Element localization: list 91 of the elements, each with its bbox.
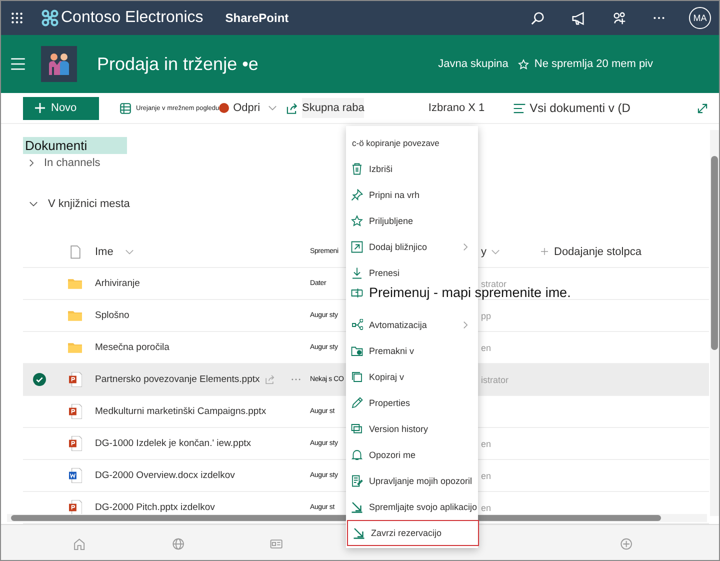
star-icon[interactable] xyxy=(518,58,530,70)
menu-item[interactable]: Version history xyxy=(346,416,478,442)
chevron-right-icon[interactable] xyxy=(29,159,34,167)
bell-icon xyxy=(351,449,363,461)
view-selector[interactable]: Vsi dokumenti v (D xyxy=(530,101,630,115)
open-button[interactable]: Odpri xyxy=(233,102,260,114)
scrollbar[interactable] xyxy=(710,130,719,516)
table-cell: en xyxy=(481,342,492,352)
new-button[interactable]: Novo xyxy=(23,96,99,120)
flow-icon xyxy=(351,319,363,331)
star-icon xyxy=(351,215,363,227)
menu-item[interactable]: Preimenuj - mapi spremenite ime. xyxy=(346,286,573,299)
search-icon[interactable] xyxy=(530,10,545,26)
column-header[interactable]: y xyxy=(481,246,486,258)
file-name[interactable]: DG-1000 Izdelek je končan.' iew.pptx xyxy=(95,438,252,449)
checkmark-icon[interactable] xyxy=(32,373,46,386)
docx-file-icon xyxy=(68,468,82,483)
menu-item[interactable]: Prenesi xyxy=(346,260,478,286)
menu-item[interactable]: Avtomatizacija xyxy=(346,312,478,338)
column-header[interactable]: Ime xyxy=(95,246,114,258)
app-name[interactable]: SharePoint xyxy=(225,11,289,25)
pencil-icon xyxy=(351,397,363,409)
pptx-file-icon xyxy=(68,372,82,387)
folder-icon xyxy=(68,278,82,289)
versions-icon xyxy=(351,423,363,435)
file-name[interactable]: DG-2000 Overview.docx izdelkov xyxy=(95,470,235,481)
home-icon[interactable] xyxy=(73,537,86,551)
logo-icon xyxy=(41,9,59,27)
selected-count[interactable]: Izbrano X 1 xyxy=(428,102,485,114)
copy-icon xyxy=(351,371,363,383)
expand-icon[interactable] xyxy=(696,102,709,114)
pptx-file-icon xyxy=(68,436,82,451)
arrow-icon xyxy=(351,501,363,513)
file-name[interactable]: Splošno xyxy=(95,310,130,321)
grid-icon[interactable] xyxy=(119,102,132,114)
section-heading[interactable]: In channels xyxy=(44,157,100,169)
avatar[interactable]: MA xyxy=(689,7,711,29)
news-icon[interactable] xyxy=(270,537,283,551)
menu-icon[interactable] xyxy=(11,58,25,70)
alerts-icon xyxy=(351,475,363,487)
add-column-button[interactable]: Dodajanje stolpca xyxy=(554,246,642,258)
share-button[interactable]: Skupna raba xyxy=(302,98,364,118)
menu-item[interactable]: Kopiraj v xyxy=(346,364,478,390)
menu-item[interactable]: Zavrzi rezervacijo xyxy=(347,520,479,546)
pptx-file-icon xyxy=(68,404,82,419)
rename-icon xyxy=(351,286,363,298)
follow-button[interactable]: Ne spremlja 20 mem piv xyxy=(534,58,653,70)
add-icon[interactable] xyxy=(620,537,633,551)
chevron-down-icon[interactable] xyxy=(29,201,38,207)
file-name[interactable]: Mesečna poročila xyxy=(95,342,170,353)
menu-item[interactable]: Priljubljene xyxy=(346,208,478,234)
arrow-icon xyxy=(353,527,365,539)
folder-icon xyxy=(351,345,363,357)
section-heading[interactable]: V knjižnici mesta xyxy=(48,198,130,210)
table-cell: en xyxy=(481,502,492,512)
shortcut-icon xyxy=(351,241,363,253)
folder-icon xyxy=(68,342,82,353)
trash-icon xyxy=(351,163,363,175)
file-name[interactable]: DG-2000 Pitch.pptx izdelkov xyxy=(95,502,215,513)
menu-item[interactable]: Spremljajte svojo aplikacijo xyxy=(346,494,478,520)
table-cell: en xyxy=(481,438,492,448)
group-type: Javna skupina xyxy=(438,58,508,70)
menu-item[interactable]: Pripni na vrh xyxy=(346,182,478,208)
table-cell: pp xyxy=(481,310,492,320)
file-name[interactable]: Partnersko povezovanje Elements.pptx xyxy=(95,374,260,385)
menu-item[interactable]: Izbriši xyxy=(346,156,478,182)
globe-icon[interactable] xyxy=(172,537,184,551)
file-name[interactable]: Arhiviranje xyxy=(95,278,140,289)
app-dot-icon xyxy=(219,103,230,113)
menu-item[interactable]: Upravljanje mojih opozoril xyxy=(346,468,478,494)
brand-name[interactable]: Contoso Electronics xyxy=(61,9,204,27)
list-icon[interactable] xyxy=(512,102,526,114)
plus-icon xyxy=(35,103,45,113)
more-icon[interactable] xyxy=(653,16,665,20)
file-name[interactable]: Medkulturni marketinški Campaigns.pptx xyxy=(95,406,266,417)
site-title: Prodaja in trženje •e xyxy=(97,54,258,74)
library-title: Dokumenti xyxy=(23,137,128,154)
megaphone-icon[interactable] xyxy=(571,10,586,26)
menu-item[interactable]: Dodaj bližnjico xyxy=(346,234,478,260)
menu-item[interactable]: Opozori me xyxy=(346,442,478,468)
table-cell: en xyxy=(481,470,492,480)
folder-icon xyxy=(68,310,82,321)
app-launcher-icon[interactable] xyxy=(11,12,23,24)
menu-item[interactable]: c-ö kopiranje povezave xyxy=(346,130,478,156)
menu-item[interactable]: Premakni v xyxy=(346,338,478,364)
menu-item[interactable]: Properties xyxy=(346,390,478,416)
download-icon xyxy=(351,267,363,279)
table-cell: istrator xyxy=(481,374,509,384)
table-cell: strator xyxy=(481,278,507,288)
file-icon xyxy=(70,244,80,258)
pin-icon xyxy=(351,189,363,201)
